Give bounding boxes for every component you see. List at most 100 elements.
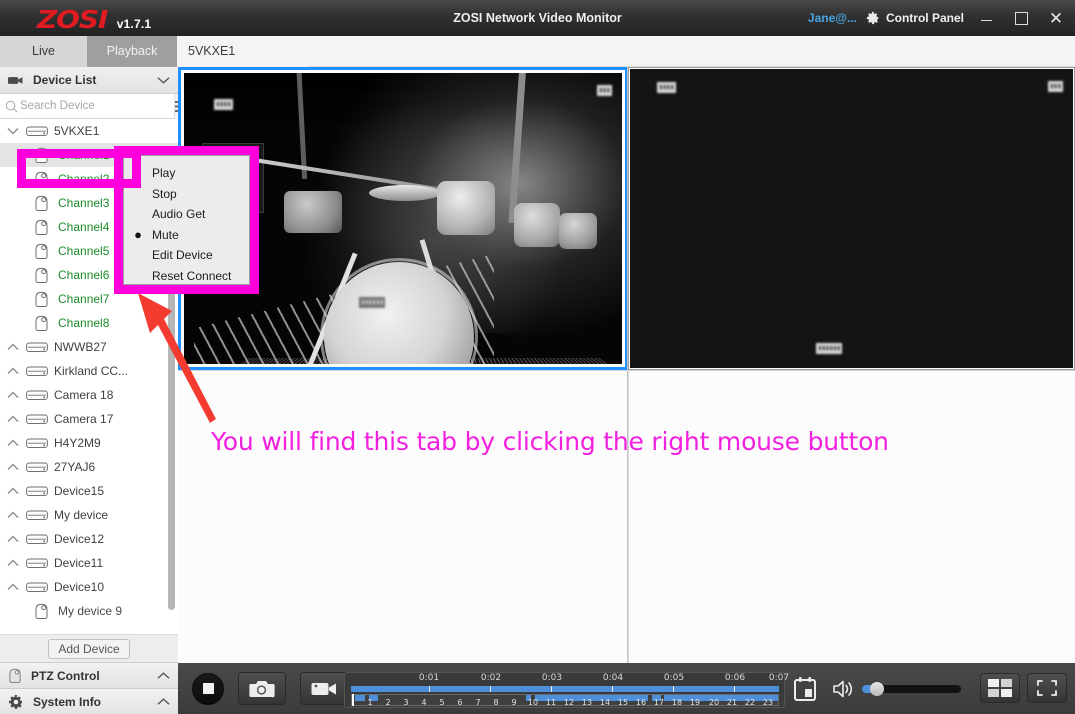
user-account-label[interactable]: Jane@... xyxy=(808,11,857,25)
chevron-up-icon[interactable] xyxy=(157,671,170,680)
volume-slider-knob[interactable] xyxy=(870,682,884,696)
tab-bar: Live Playback 5VKXE1 xyxy=(0,36,1075,67)
timeline-minute-label: 17 xyxy=(653,697,665,707)
video-cell-3[interactable] xyxy=(178,370,628,663)
osd-label-left: ▮▮▮▮ xyxy=(214,99,233,110)
nvr-icon xyxy=(26,438,48,448)
timeline-minute-label: 20 xyxy=(708,697,720,707)
timeline-hour-label: 0:03 xyxy=(541,673,563,683)
context-menu-item-audio-get[interactable]: Audio Get xyxy=(124,204,249,225)
maximize-button[interactable] xyxy=(1008,4,1034,32)
timeline-minute-label: 18 xyxy=(671,697,683,707)
control-panel-button[interactable]: Control Panel xyxy=(866,11,964,25)
nvr-icon xyxy=(26,462,48,472)
context-menu-item-edit-device[interactable]: Edit Device xyxy=(124,245,249,266)
expander-closed-icon[interactable] xyxy=(0,487,26,495)
timeline-minute-label: 4 xyxy=(421,697,427,707)
minimize-button[interactable] xyxy=(973,4,999,32)
expander-closed-icon[interactable] xyxy=(0,535,26,543)
tab-device-5vkxe1[interactable]: 5VKXE1 xyxy=(177,36,307,67)
expander-closed-icon[interactable] xyxy=(0,415,26,423)
video-record-icon xyxy=(311,682,336,695)
expander-closed-icon[interactable] xyxy=(0,463,26,471)
tree-item-device11[interactable]: Device11 xyxy=(0,551,178,575)
sidebar-section-system-info[interactable]: System Info xyxy=(0,688,178,714)
tree-item-label: Kirkland CC... xyxy=(54,364,129,378)
context-menu[interactable]: ● Play Stop Audio Get ● Mute Edit Device… xyxy=(123,155,250,285)
timeline-ruler[interactable]: 1 2 3 4 5 6 7 8 9 10 11 12 13 14 15 16 1… xyxy=(351,694,779,707)
context-menu-label: Play xyxy=(152,166,176,181)
tree-item-my-device-9[interactable]: My device 9 xyxy=(0,599,178,623)
search-input[interactable] xyxy=(0,100,174,112)
timeline-cursor[interactable] xyxy=(352,694,354,706)
volume-icon-button[interactable] xyxy=(832,679,854,699)
timeline-minute-label: 12 xyxy=(563,697,575,707)
nvr-icon xyxy=(26,342,48,352)
chevron-down-icon[interactable] xyxy=(157,76,170,85)
tree-item-my-device[interactable]: My device xyxy=(0,503,178,527)
tab-live[interactable]: Live xyxy=(0,36,87,67)
tab-playback[interactable]: Playback xyxy=(87,36,177,67)
video-cell-2[interactable]: ▮▮▮▮ ▮▮▮ ▮▮▮▮▮▮ xyxy=(628,67,1075,370)
camera-snapshot-icon xyxy=(249,680,275,697)
channel-camera-icon xyxy=(35,219,48,235)
context-menu-label: Audio Get xyxy=(152,207,206,222)
channel-camera-icon xyxy=(35,603,48,619)
expander-open-icon[interactable] xyxy=(0,127,26,135)
channel-camera-icon xyxy=(35,243,48,259)
close-button[interactable]: ✕ xyxy=(1043,4,1069,32)
tree-item-device12[interactable]: Device12 xyxy=(0,527,178,551)
tree-item-device[interactable]: 5VKXE1 xyxy=(0,119,178,143)
add-device-button[interactable]: Add Device xyxy=(48,638,130,659)
tree-item-27yaj6[interactable]: 27YAJ6 xyxy=(0,455,178,479)
expander-closed-icon[interactable] xyxy=(0,511,26,519)
tree-item-label: Channel4 xyxy=(58,220,110,234)
context-menu-item-mute[interactable]: ● Mute xyxy=(124,225,249,246)
chevron-up-icon[interactable] xyxy=(157,697,170,706)
context-menu-item-play[interactable]: ● Play xyxy=(124,163,249,184)
channel-camera-icon xyxy=(35,315,48,331)
nvr-icon xyxy=(26,534,48,544)
timeline-hour-label: 0:07 xyxy=(768,673,790,683)
tree-item-h4y2m9[interactable]: H4Y2M9 xyxy=(0,431,178,455)
channel-camera-icon xyxy=(35,195,48,211)
record-button[interactable] xyxy=(300,672,348,705)
timeline-hour-label: 0:05 xyxy=(663,673,685,683)
expander-closed-icon[interactable] xyxy=(0,391,26,399)
tree-item-device15[interactable]: Device15 xyxy=(0,479,178,503)
ptz-camera-icon xyxy=(9,668,21,683)
snapshot-button[interactable] xyxy=(238,672,286,705)
calendar-button[interactable] xyxy=(793,676,817,702)
layout-button[interactable] xyxy=(980,673,1020,703)
video-stream-2[interactable]: ▮▮▮▮ ▮▮▮ ▮▮▮▮▮▮ xyxy=(630,69,1073,368)
context-menu-item-reset-connect[interactable]: Reset Connect xyxy=(124,266,249,287)
tree-item-label: Device11 xyxy=(54,556,104,570)
expander-closed-icon[interactable] xyxy=(0,367,26,375)
timeline-minute-label: 14 xyxy=(599,697,611,707)
sidebar-section-ptz[interactable]: PTZ Control xyxy=(0,662,178,688)
nvr-icon xyxy=(26,510,48,520)
context-menu-item-stop[interactable]: Stop xyxy=(124,184,249,205)
osd-label-right: ▮▮▮ xyxy=(1047,81,1063,92)
volume-slider[interactable] xyxy=(862,682,961,696)
channel-camera-icon xyxy=(35,171,48,187)
timeline-minute-label: 8 xyxy=(493,697,499,707)
gear-icon xyxy=(9,694,22,709)
timeline-hour-labels: 0:01 0:02 0:03 0:04 0:05 0:06 0:07 xyxy=(345,673,789,686)
tree-item-label: Device15 xyxy=(54,484,105,498)
tree-item-device10[interactable]: Device10 xyxy=(0,575,178,599)
search-icon xyxy=(5,100,18,113)
device-list-header[interactable]: Device List xyxy=(0,67,178,94)
context-menu-label: Reset Connect xyxy=(152,268,232,283)
video-cell-4[interactable] xyxy=(628,370,1075,663)
expander-closed-icon[interactable] xyxy=(0,439,26,447)
nvr-icon xyxy=(26,414,48,424)
expander-closed-icon[interactable] xyxy=(0,583,26,591)
fullscreen-icon xyxy=(1037,680,1057,696)
device-list-title: Device List xyxy=(33,73,97,87)
expander-closed-icon[interactable] xyxy=(0,343,26,351)
fullscreen-button[interactable] xyxy=(1027,673,1067,703)
expander-closed-icon[interactable] xyxy=(0,559,26,567)
stop-button[interactable] xyxy=(192,672,224,705)
playback-timeline[interactable]: 0:01 0:02 0:03 0:04 0:05 0:06 0:07 1 2 3… xyxy=(344,672,789,708)
